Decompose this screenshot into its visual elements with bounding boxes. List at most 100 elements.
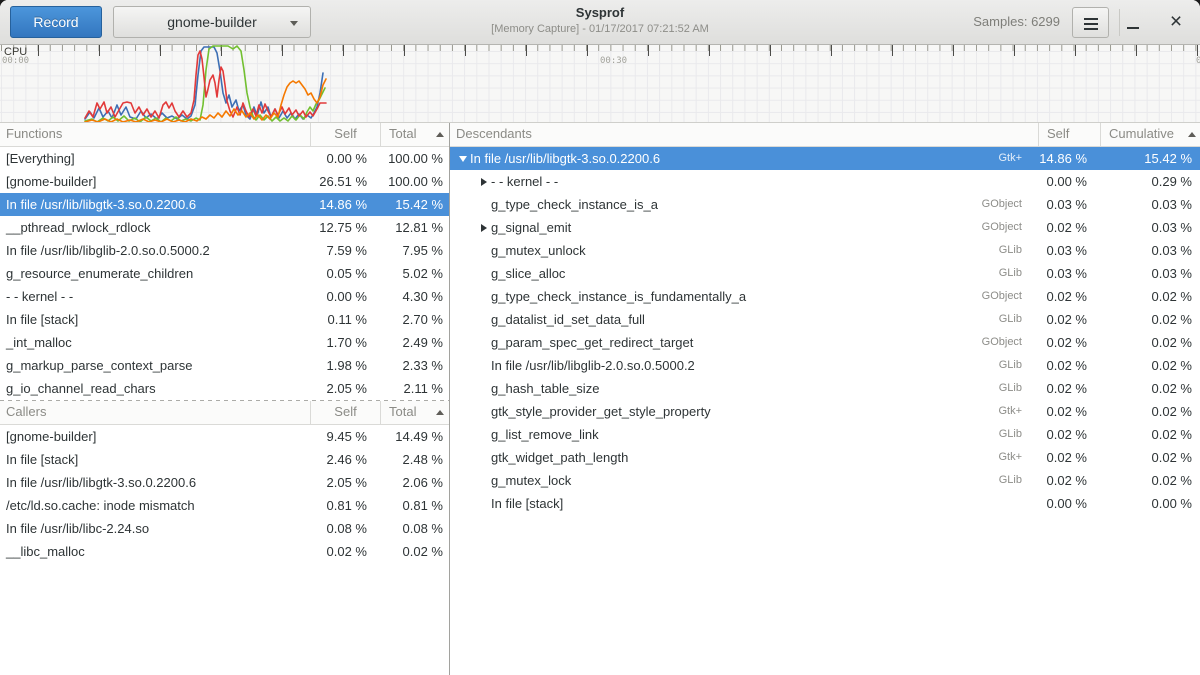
sort-ascending-icon [436, 132, 444, 137]
time-tick-label: 00:00 [2, 56, 29, 66]
function-name: In file /usr/lib/libgtk-3.so.0.2200.6 [0, 471, 297, 494]
cumulative-percent: 0.02 % [1092, 446, 1200, 469]
callers-column-header[interactable]: Callers [0, 401, 310, 424]
table-row[interactable]: [Everything]0.00 %100.00 % [0, 147, 449, 170]
library-category: GObject [952, 193, 1025, 216]
self-percent: 7.59 % [297, 239, 374, 262]
record-button[interactable]: Record [10, 6, 102, 38]
menu-button[interactable] [1072, 7, 1109, 38]
total-column-header[interactable]: Total [380, 401, 449, 424]
total-percent: 2.06 % [374, 471, 449, 494]
self-percent: 0.05 % [297, 262, 374, 285]
expander-placeholder [477, 492, 491, 515]
target-process-dropdown[interactable]: gnome-builder [113, 6, 311, 38]
table-row[interactable]: g_slice_allocGLib0.03 %0.03 % [450, 262, 1200, 285]
library-category: GLib [952, 354, 1025, 377]
table-row[interactable]: In file [stack]2.46 %2.48 % [0, 448, 449, 471]
library-category [952, 170, 1025, 193]
table-row[interactable]: In file /usr/lib/libc-2.24.so0.08 %0.08 … [0, 517, 449, 540]
cpu-usage-graph[interactable]: CPU 00:0000:3001:00 [0, 45, 1200, 123]
table-row[interactable]: g_mutex_lockGLib0.02 %0.02 % [450, 469, 1200, 492]
functions-column-header[interactable]: Functions [0, 123, 310, 146]
close-button[interactable]: × [1160, 7, 1192, 38]
table-row[interactable]: _int_malloc1.70 %2.49 % [0, 331, 449, 354]
table-row[interactable]: /etc/ld.so.cache: inode mismatch0.81 %0.… [0, 494, 449, 517]
table-row[interactable]: [gnome-builder]9.45 %14.49 % [0, 425, 449, 448]
function-name: In file /usr/lib/libglib-2.0.so.0.5000.2 [0, 239, 297, 262]
function-name: In file /usr/lib/libgtk-3.so.0.2200.6 [0, 193, 297, 216]
table-row[interactable]: In file [stack]0.00 %0.00 % [450, 492, 1200, 515]
self-column-header[interactable]: Self [1038, 123, 1100, 146]
self-column-header[interactable]: Self [310, 401, 380, 424]
function-name: In file /usr/lib/libglib-2.0.so.0.5000.2 [491, 354, 952, 377]
self-percent: 0.00 % [297, 147, 374, 170]
table-row[interactable]: g_resource_enumerate_children0.05 %5.02 … [0, 262, 449, 285]
table-row[interactable]: g_markup_parse_context_parse1.98 %2.33 % [0, 354, 449, 377]
function-name: g_mutex_unlock [491, 239, 952, 262]
total-percent: 7.95 % [374, 239, 449, 262]
self-percent: 0.02 % [1025, 331, 1092, 354]
functions-rows: [Everything]0.00 %100.00 %[gnome-builder… [0, 147, 449, 400]
library-category [952, 492, 1025, 515]
self-percent: 14.86 % [1025, 147, 1092, 170]
function-name: In file [stack] [0, 448, 297, 471]
table-row[interactable]: g_io_channel_read_chars2.05 %2.11 % [0, 377, 449, 400]
sysprof-window: Record gnome-builder Sysprof [Memory Cap… [0, 0, 1200, 675]
table-row[interactable]: __libc_malloc0.02 %0.02 % [0, 540, 449, 563]
function-name: /etc/ld.so.cache: inode mismatch [0, 494, 297, 517]
table-row[interactable]: __pthread_rwlock_rdlock12.75 %12.81 % [0, 216, 449, 239]
table-row[interactable]: g_signal_emitGObject0.02 %0.03 % [450, 216, 1200, 239]
self-percent: 0.00 % [297, 285, 374, 308]
functions-table: Functions Self Total [Everything]0.00 %1… [0, 123, 449, 400]
table-row[interactable]: gtk_widget_path_lengthGtk+0.02 %0.02 % [450, 446, 1200, 469]
expander-placeholder [477, 262, 491, 285]
descendants-header: Descendants Self Cumulative [450, 123, 1200, 147]
function-name: g_type_check_instance_is_fundamentally_a [491, 285, 952, 308]
expander-placeholder [477, 239, 491, 262]
table-row[interactable]: In file /usr/lib/libgtk-3.so.0.2200.614.… [0, 193, 449, 216]
close-icon: × [1170, 10, 1182, 33]
expander-closed-icon[interactable] [477, 170, 491, 193]
table-row[interactable]: - - kernel - -0.00 %0.29 % [450, 170, 1200, 193]
table-row[interactable]: [gnome-builder]26.51 %100.00 % [0, 170, 449, 193]
descendants-column-header[interactable]: Descendants [450, 123, 1038, 146]
table-row[interactable]: g_hash_table_sizeGLib0.02 %0.02 % [450, 377, 1200, 400]
expander-open-icon[interactable] [456, 147, 470, 170]
self-percent: 1.98 % [297, 354, 374, 377]
table-row[interactable]: g_list_remove_linkGLib0.02 %0.02 % [450, 423, 1200, 446]
expander-placeholder [477, 193, 491, 216]
function-name: g_resource_enumerate_children [0, 262, 297, 285]
expander-closed-icon[interactable] [477, 216, 491, 239]
table-row[interactable]: g_type_check_instance_is_fundamentally_a… [450, 285, 1200, 308]
function-name: gtk_widget_path_length [491, 446, 952, 469]
table-row[interactable]: In file /usr/lib/libglib-2.0.so.0.5000.2… [0, 239, 449, 262]
library-category: GLib [952, 239, 1025, 262]
self-percent: 0.02 % [1025, 400, 1092, 423]
function-name: _int_malloc [0, 331, 297, 354]
self-percent: 0.02 % [1025, 308, 1092, 331]
table-row[interactable]: - - kernel - -0.00 %4.30 % [0, 285, 449, 308]
cumulative-percent: 0.02 % [1092, 354, 1200, 377]
total-percent: 100.00 % [374, 170, 449, 193]
cumulative-percent: 0.03 % [1092, 193, 1200, 216]
minimize-button[interactable] [1117, 7, 1149, 38]
cumulative-percent: 0.02 % [1092, 400, 1200, 423]
table-row[interactable]: g_mutex_unlockGLib0.03 %0.03 % [450, 239, 1200, 262]
table-row[interactable]: In file /usr/lib/libgtk-3.so.0.2200.6 2.0… [0, 471, 449, 494]
table-row[interactable]: g_type_check_instance_is_aGObject0.03 %0… [450, 193, 1200, 216]
total-column-header[interactable]: Total [380, 123, 449, 146]
expander-placeholder [477, 285, 491, 308]
table-row[interactable]: g_param_spec_get_redirect_targetGObject0… [450, 331, 1200, 354]
function-name: In file /usr/lib/libc-2.24.so [0, 517, 297, 540]
table-row[interactable]: In file /usr/lib/libglib-2.0.so.0.5000.2… [450, 354, 1200, 377]
table-row[interactable]: In file /usr/lib/libgtk-3.so.0.2200.6Gtk… [450, 147, 1200, 170]
table-row[interactable]: gtk_style_provider_get_style_propertyGtk… [450, 400, 1200, 423]
window-title-area: Sysprof [Memory Capture] - 01/17/2017 07… [491, 5, 709, 35]
cumulative-percent: 0.03 % [1092, 262, 1200, 285]
table-row[interactable]: In file [stack]0.11 %2.70 % [0, 308, 449, 331]
cumulative-column-header[interactable]: Cumulative [1100, 123, 1200, 146]
self-column-header[interactable]: Self [310, 123, 380, 146]
table-row[interactable]: g_datalist_id_set_data_fullGLib0.02 %0.0… [450, 308, 1200, 331]
function-name: g_type_check_instance_is_a [491, 193, 952, 216]
function-name: g_slice_alloc [491, 262, 952, 285]
